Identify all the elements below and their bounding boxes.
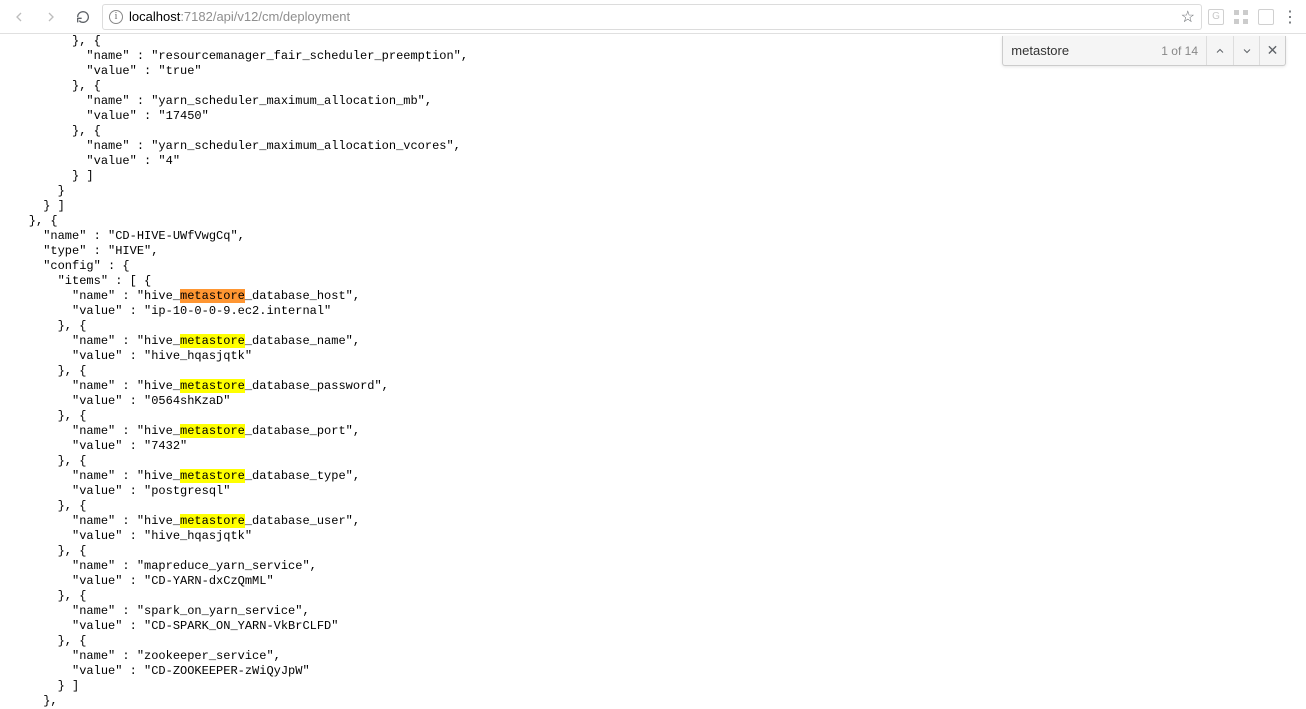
- extension-icon-3[interactable]: [1258, 9, 1274, 25]
- back-button[interactable]: [6, 4, 32, 30]
- site-info-icon[interactable]: i: [109, 10, 123, 24]
- json-response-body: }, { "name" : "resourcemanager_fair_sche…: [0, 34, 1306, 709]
- find-result-count: 1 of 14: [1153, 36, 1207, 65]
- find-close-button[interactable]: ✕: [1259, 36, 1285, 65]
- forward-button[interactable]: [38, 4, 64, 30]
- find-next-button[interactable]: [1233, 36, 1259, 65]
- browser-toolbar: i localhost:7182/api/v12/cm/deployment ☆…: [0, 0, 1306, 34]
- extension-icon-2[interactable]: [1232, 8, 1250, 26]
- bookmark-star-icon[interactable]: ☆: [1181, 7, 1195, 27]
- find-input[interactable]: [1003, 36, 1153, 65]
- find-prev-button[interactable]: [1207, 36, 1233, 65]
- menu-button[interactable]: ⋮: [1282, 7, 1298, 27]
- toolbar-right-icons: G ⋮: [1208, 7, 1300, 27]
- find-in-page-bar: 1 of 14 ✕: [1002, 36, 1286, 66]
- url-text: localhost:7182/api/v12/cm/deployment: [129, 9, 350, 24]
- reload-button[interactable]: [70, 4, 96, 30]
- address-bar[interactable]: i localhost:7182/api/v12/cm/deployment ☆: [102, 4, 1202, 30]
- extension-icon-1[interactable]: G: [1208, 9, 1224, 25]
